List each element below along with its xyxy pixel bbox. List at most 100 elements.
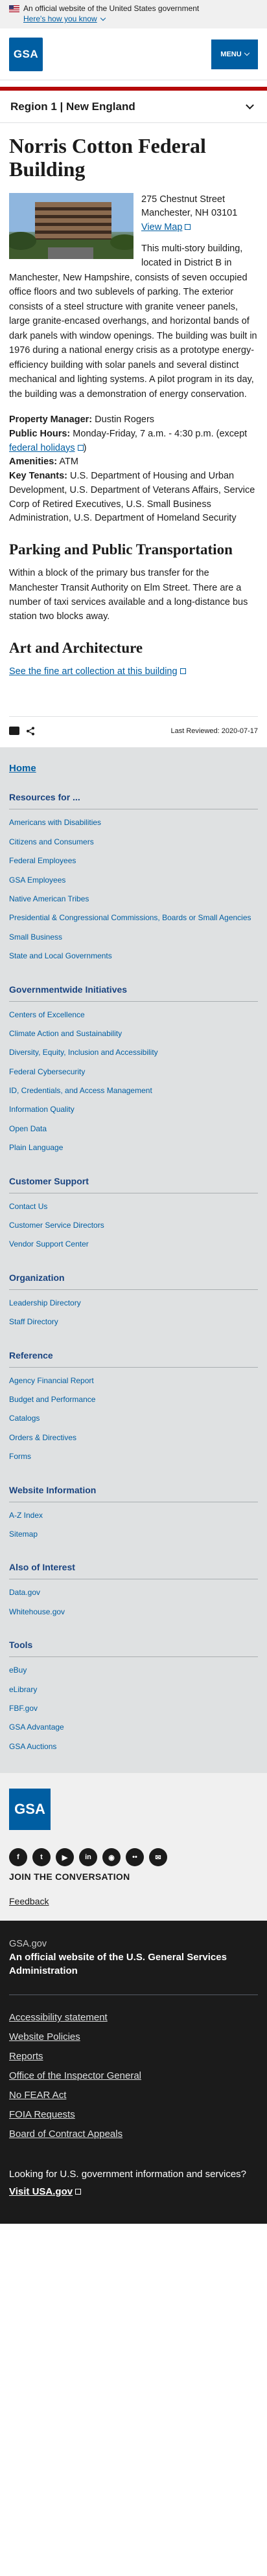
- external-link-icon: [185, 224, 191, 231]
- footer-link[interactable]: GSA Employees: [9, 876, 65, 885]
- footer-link[interactable]: Agency Financial Report: [9, 1376, 94, 1385]
- identifier-link[interactable]: Office of the Inspector General: [9, 2070, 141, 2081]
- identifier-link[interactable]: Board of Contract Appeals: [9, 2129, 122, 2140]
- property-manager: Dustin Rogers: [95, 414, 155, 425]
- footer-link[interactable]: Sitemap: [9, 1530, 38, 1539]
- art-heading: Art and Architecture: [9, 639, 143, 656]
- footer-link[interactable]: eLibrary: [9, 1685, 37, 1694]
- view-map-link[interactable]: View Map: [141, 222, 191, 232]
- footer-group-title: Resources for ...: [9, 792, 258, 810]
- footer-link[interactable]: GSA Advantage: [9, 1723, 64, 1732]
- footer-link[interactable]: Vendor Support Center: [9, 1239, 89, 1248]
- footer-group: Also of Interest Data.gov Whitehouse.gov: [9, 1562, 258, 1621]
- identifier-link[interactable]: Reports: [9, 2051, 43, 2062]
- footer-group-title: Tools: [9, 1640, 258, 1658]
- print-icon[interactable]: [9, 726, 19, 735]
- footer-link[interactable]: Citizens and Consumers: [9, 837, 94, 846]
- feedback-link[interactable]: Feedback: [9, 1896, 49, 1906]
- chevron-down-icon: [100, 15, 106, 21]
- identifier-link[interactable]: Website Policies: [9, 2031, 80, 2042]
- parking-heading: Parking and Public Transportation: [9, 541, 233, 558]
- footer-link[interactable]: Americans with Disabilities: [9, 818, 101, 827]
- footer-group-title: Organization: [9, 1272, 258, 1290]
- footer-home-link[interactable]: Home: [9, 747, 258, 774]
- main-content: Norris Cotton Federal Building 275 Chest…: [0, 123, 267, 738]
- gov-banner: An official website of the United States…: [0, 0, 267, 28]
- footer-group-title: Customer Support: [9, 1176, 258, 1193]
- footer-link[interactable]: Data.gov: [9, 1588, 40, 1597]
- identifier-link[interactable]: Accessibility statement: [9, 2012, 108, 2023]
- menu-button[interactable]: MENU: [211, 39, 258, 69]
- instagram-icon[interactable]: ◉: [102, 1848, 121, 1867]
- footer-group-title: Reference: [9, 1350, 258, 1368]
- footer-link[interactable]: Customer Service Directors: [9, 1221, 104, 1230]
- building-facts: Property Manager: Dustin Rogers Public H…: [9, 414, 255, 524]
- identifier-link[interactable]: No FEAR Act: [9, 2090, 66, 2101]
- footer-link[interactable]: Staff Directory: [9, 1317, 58, 1326]
- footer-group: Resources for ... Americans with Disabili…: [9, 792, 258, 966]
- official-site-statement: An official website of the U.S. General …: [9, 1952, 227, 1977]
- footer-link[interactable]: Presidential & Congressional Commissions…: [9, 913, 251, 922]
- parking-text: Within a block of the primary bus transf…: [9, 568, 248, 622]
- footer-nav: Home Resources for ... Americans with Dis…: [0, 747, 267, 1774]
- share-icon[interactable]: [26, 727, 35, 736]
- footer-social: GSA f t ▶ in ◉ •• ✉ JOIN THE CONVERSATIO…: [0, 1773, 267, 1921]
- heres-how-you-know-link[interactable]: Here's how you know: [23, 14, 106, 23]
- footer-link[interactable]: Federal Cybersecurity: [9, 1067, 85, 1076]
- footer-group: Reference Agency Financial Report Budget a…: [9, 1350, 258, 1467]
- footer-link[interactable]: Native American Tribes: [9, 894, 89, 903]
- identifier-link[interactable]: FOIA Requests: [9, 2109, 75, 2120]
- twitter-icon[interactable]: t: [32, 1848, 51, 1867]
- public-hours: Monday-Friday, 7 a.m. - 4:30 p.m. (excep…: [73, 428, 248, 439]
- usa-gov-prompt: Looking for U.S. government information …: [9, 2169, 247, 2180]
- region-label: Region 1 | New England: [10, 100, 135, 113]
- fine-art-link[interactable]: See the fine art collection at this buil…: [9, 666, 186, 677]
- visit-usa-gov-link[interactable]: Visit USA.gov: [9, 2186, 82, 2197]
- agency-domain: GSA.gov: [9, 1939, 47, 1950]
- footer-link[interactable]: Information Quality: [9, 1105, 75, 1114]
- email-icon[interactable]: ✉: [149, 1848, 167, 1867]
- region-selector[interactable]: Region 1 | New England: [0, 91, 267, 123]
- footer-link[interactable]: Plain Language: [9, 1143, 63, 1152]
- footer-link[interactable]: GSA Auctions: [9, 1742, 56, 1751]
- footer-link[interactable]: Climate Action and Sustainability: [9, 1029, 122, 1038]
- footer-group-title: Also of Interest: [9, 1562, 258, 1580]
- federal-holidays-link[interactable]: federal holidays: [9, 443, 84, 453]
- footer-link[interactable]: FBF.gov: [9, 1704, 38, 1713]
- building-description: This multi-story building, located in Di…: [9, 243, 257, 400]
- external-link-icon: [75, 2188, 82, 2195]
- footer-link[interactable]: A-Z Index: [9, 1511, 43, 1520]
- footer-link[interactable]: Centers of Excellence: [9, 1010, 85, 1019]
- footer-link[interactable]: Small Business: [9, 932, 62, 942]
- official-site-text: An official website of the United States…: [23, 4, 200, 13]
- footer-link[interactable]: Catalogs: [9, 1414, 40, 1423]
- footer-group: Customer Support Contact Us Customer Servi…: [9, 1176, 258, 1254]
- footer-link[interactable]: Diversity, Equity, Inclusion and Accessi…: [9, 1048, 158, 1057]
- flickr-icon[interactable]: ••: [126, 1848, 144, 1867]
- chevron-down-icon: [246, 100, 254, 109]
- footer-group-title: Website Information: [9, 1485, 258, 1502]
- page-title: Norris Cotton Federal Building: [9, 134, 206, 181]
- gsa-logo[interactable]: GSA: [9, 37, 43, 71]
- join-conversation: JOIN THE CONVERSATION: [9, 1871, 130, 1882]
- gsa-footer-logo[interactable]: GSA: [9, 1789, 51, 1831]
- footer-link[interactable]: eBuy: [9, 1666, 27, 1675]
- footer-link[interactable]: Contact Us: [9, 1202, 47, 1211]
- footer-link[interactable]: Federal Employees: [9, 856, 76, 865]
- youtube-icon[interactable]: ▶: [56, 1848, 74, 1867]
- linkedin-icon[interactable]: in: [79, 1848, 97, 1867]
- footer-link[interactable]: ID, Credentials, and Access Management: [9, 1086, 152, 1095]
- footer-link[interactable]: Orders & Directives: [9, 1433, 76, 1442]
- amenities: ATM: [59, 457, 78, 468]
- external-link-icon: [77, 444, 84, 451]
- footer-link[interactable]: Whitehouse.gov: [9, 1607, 65, 1616]
- footer-link[interactable]: Open Data: [9, 1124, 47, 1133]
- facebook-icon[interactable]: f: [9, 1848, 27, 1867]
- footer-link[interactable]: Budget and Performance: [9, 1395, 95, 1404]
- us-flag-icon: [9, 5, 19, 12]
- footer-link[interactable]: State and Local Governments: [9, 951, 112, 960]
- footer-link[interactable]: Leadership Directory: [9, 1298, 81, 1307]
- page-tools: Last Reviewed: 2020-07-17: [9, 716, 258, 738]
- footer-link[interactable]: Forms: [9, 1452, 31, 1461]
- gov-identifier: GSA.gov An official website of the U.S. …: [0, 1921, 267, 2224]
